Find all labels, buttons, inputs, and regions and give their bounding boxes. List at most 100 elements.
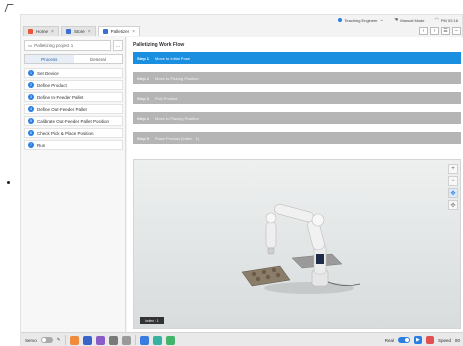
- real-label: Real: [384, 337, 394, 343]
- robot-wrist: [265, 221, 277, 249]
- menu-button[interactable]: ☰: [441, 27, 450, 35]
- flow-step-1[interactable]: Step 1 Move to Initial Pose: [133, 52, 461, 64]
- app-icon-gray[interactable]: [108, 335, 118, 345]
- wifi-icon: ◠: [434, 17, 439, 23]
- app-icon-blue-2[interactable]: [139, 335, 149, 345]
- product-item: [261, 269, 267, 275]
- tab-process[interactable]: Process: [25, 55, 74, 63]
- page-title: Palletizing Work Flow: [133, 42, 185, 48]
- step-calibrate-out-feeder[interactable]: 5 Calibrate Out-Feeder Pallet Position: [24, 116, 123, 126]
- product-item: [265, 274, 271, 280]
- bottom-right-controls: Real ▶ Speed 80: [385, 336, 463, 344]
- store-icon: [65, 29, 71, 34]
- divider: [134, 335, 136, 345]
- step-define-product[interactable]: 2 Define Product: [24, 80, 123, 90]
- step-define-in-feeder[interactable]: 3 Define In-Feeder Pallet: [24, 92, 123, 102]
- corner-mark-icon: [4, 4, 14, 12]
- left-panel: ▭ Palletizing project 1 ... Process Gene…: [21, 37, 126, 332]
- work-flow-list: Step 1 Move to Initial Pose Step 2 Move …: [133, 52, 461, 152]
- subtab-bar: Process General: [24, 54, 123, 64]
- robot-gripper: [267, 247, 275, 255]
- real-toggle[interactable]: [397, 337, 410, 343]
- robot-scene: [241, 203, 361, 294]
- flow-step-3[interactable]: Step 3 Pick Product: [133, 92, 461, 104]
- dot-mark-icon: [7, 181, 10, 184]
- status-bar: Teaching Engineer ⌄ ☚ Manual Mode ◠ PM 0…: [21, 15, 463, 25]
- flow-step-2[interactable]: Step 2 Move to Picking Position: [133, 72, 461, 84]
- tab-store[interactable]: Store ×: [60, 26, 96, 36]
- product-item: [271, 267, 277, 273]
- zoom-in-button[interactable]: +: [448, 164, 458, 174]
- servo-label: Servo: [25, 337, 37, 343]
- step-number: 7: [28, 142, 34, 148]
- home-icon: [28, 29, 33, 34]
- close-icon[interactable]: ×: [88, 29, 91, 35]
- app-icon-green[interactable]: [165, 335, 175, 345]
- outer-margin: [0, 0, 18, 346]
- zoom-out-button[interactable]: −: [448, 176, 458, 186]
- chevron-down-icon: ⌄: [379, 17, 384, 23]
- robot-elbow-joint: [311, 213, 325, 227]
- folder-icon: ▭: [28, 42, 33, 48]
- tab-bar: Home × Store × Palletizer × ‹ › ☰ –: [21, 25, 463, 36]
- user-dot-icon: [338, 18, 343, 22]
- project-more-button[interactable]: ...: [113, 40, 123, 51]
- status-mode[interactable]: ☚ Manual Mode: [394, 17, 425, 23]
- viewport-toolbar: + − ✥ ✣: [448, 164, 458, 210]
- app-icon-gray-2[interactable]: [121, 335, 131, 345]
- product-item: [255, 276, 261, 282]
- app-icon-orange[interactable]: [69, 335, 79, 345]
- bottom-bar: Servo ✎ Real ▶ Speed 80: [21, 332, 463, 346]
- step-number: 3: [28, 94, 34, 100]
- step-define-out-feeder[interactable]: 4 Define Out-Feeder Pallet: [24, 104, 123, 114]
- close-icon[interactable]: ×: [51, 29, 54, 35]
- app-icon-teal[interactable]: [152, 335, 162, 345]
- robot-forearm: [274, 203, 314, 223]
- step-run[interactable]: 7 Run: [24, 140, 123, 150]
- product-item: [275, 272, 281, 278]
- step-number: 1: [28, 70, 34, 76]
- minimize-button[interactable]: –: [452, 27, 461, 35]
- next-tab-button[interactable]: ›: [430, 27, 439, 35]
- play-button[interactable]: ▶: [413, 336, 422, 344]
- close-icon[interactable]: ×: [132, 29, 135, 35]
- speed-label: Speed: [437, 337, 451, 343]
- tab-general[interactable]: General: [74, 55, 123, 63]
- wrench-icon[interactable]: ✎: [57, 337, 61, 343]
- tab-palletizer[interactable]: Palletizer ×: [97, 26, 141, 36]
- app-icon-blue[interactable]: [82, 335, 92, 345]
- step-check-pick-place[interactable]: 6 Check Pick & Place Position: [24, 128, 123, 138]
- step-number: 2: [28, 82, 34, 88]
- tab-controls: ‹ › ☰ –: [419, 27, 463, 36]
- step-number: 4: [28, 106, 34, 112]
- tab-home[interactable]: Home ×: [23, 26, 59, 36]
- main-panel: Palletizing Work Flow Step 1 Move to Ini…: [127, 37, 463, 332]
- product-item: [251, 271, 257, 277]
- project-row: ▭ Palletizing project 1 ...: [24, 40, 123, 51]
- project-name-field[interactable]: ▭ Palletizing project 1: [24, 40, 111, 51]
- palletizer-icon: [102, 29, 108, 34]
- servo-toggle[interactable]: [40, 337, 53, 343]
- step-set-device[interactable]: 1 Set Device: [24, 68, 123, 78]
- app-window: Teaching Engineer ⌄ ☚ Manual Mode ◠ PM 0…: [20, 14, 463, 346]
- status-role[interactable]: Teaching Engineer ⌄: [338, 17, 384, 23]
- pick-pallet: [241, 265, 291, 287]
- speed-value[interactable]: 80: [455, 338, 460, 343]
- step-list: 1 Set Device 2 Define Product 3 Define I…: [24, 68, 123, 152]
- index-badge: Index : 1: [140, 317, 164, 324]
- prev-tab-button[interactable]: ‹: [419, 27, 428, 35]
- 3d-viewport[interactable]: + − ✥ ✣ Index : 1: [133, 159, 461, 329]
- robot-label: [316, 254, 324, 264]
- pan-button[interactable]: ✥: [448, 188, 458, 198]
- floor-shadow: [264, 282, 354, 294]
- stop-button[interactable]: [425, 336, 434, 344]
- flow-step-5[interactable]: Step 5 Place Product (Index : 1): [133, 132, 461, 144]
- step-number: 5: [28, 118, 34, 124]
- hand-icon: ☚: [393, 17, 399, 23]
- divider: [64, 335, 66, 345]
- move-button[interactable]: ✣: [448, 200, 458, 210]
- robot-wrist-joint: [265, 212, 277, 224]
- flow-step-4[interactable]: Step 4 Move to Placing Position: [133, 112, 461, 124]
- app-icon-purple[interactable]: [95, 335, 105, 345]
- status-time: ◠ PM 02:16: [434, 17, 459, 23]
